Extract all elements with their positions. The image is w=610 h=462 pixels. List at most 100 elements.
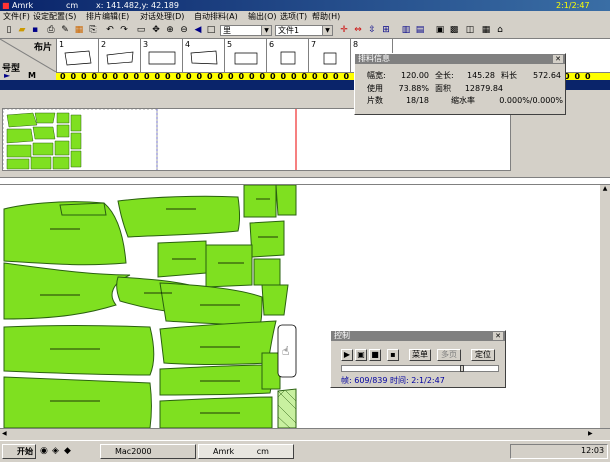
zoom-in-icon[interactable]: ⊕ — [164, 25, 176, 36]
square-icon[interactable]: □ — [205, 25, 217, 36]
stop-button[interactable]: ■ — [369, 349, 381, 361]
frame-icon[interactable]: ▭ — [135, 25, 147, 36]
chevron-down-icon: ▼ — [261, 26, 271, 35]
area-value: 12879.84 — [464, 84, 503, 93]
menu-dialog[interactable]: 对话处理(D) — [140, 11, 184, 23]
task-mac2000[interactable]: Mac2000 — [100, 444, 196, 459]
workspace-canvas: ☝ — [3, 185, 297, 428]
vertical-scrollbar[interactable]: ▲ — [600, 185, 610, 428]
garment-piece — [3, 201, 127, 266]
garment-piece — [249, 220, 285, 258]
arrow-left-icon[interactable]: ◀ — [192, 25, 204, 36]
control-dialog[interactable]: 控制 ✕ ▶ ▣ ■ ▪ 菜单 多页 定位 帧: 609/839 时间: 2:1… — [330, 330, 506, 388]
menu-button[interactable]: 菜单 — [409, 349, 431, 361]
garment-piece — [261, 284, 289, 316]
select-icon[interactable]: ✥ — [150, 25, 162, 36]
task-amrk[interactable]: Amrk cm — [198, 444, 294, 459]
multi-page-button[interactable]: 多页 — [437, 349, 461, 361]
quicklaunch-icon[interactable]: ◉ — [40, 446, 48, 456]
menu-options[interactable]: 选项(T) — [280, 11, 307, 23]
grid-icon[interactable]: ⊞ — [380, 25, 392, 36]
file-combo[interactable]: 文件1 ▼ — [275, 25, 333, 36]
scroll-left-icon[interactable]: ◀ — [2, 430, 7, 437]
piece-thumbnail — [234, 52, 258, 65]
pause-button[interactable]: ▣ — [355, 349, 367, 361]
play-button[interactable]: ▶ — [341, 349, 353, 361]
layer-combo[interactable]: 里 ▼ — [220, 25, 272, 36]
menu-edit[interactable]: 排片编辑(E) — [86, 11, 129, 23]
unit-label: cm — [66, 1, 79, 10]
folder-icon[interactable]: ▦ — [73, 25, 85, 36]
step-button[interactable]: ▪ — [387, 349, 399, 361]
window-title: Amrk — [12, 1, 34, 10]
marker-icon[interactable]: ▩ — [448, 25, 460, 36]
copy-icon[interactable]: ⎘ — [87, 25, 99, 36]
house-icon[interactable]: ⌂ — [494, 25, 506, 36]
close-icon[interactable]: ✕ — [553, 55, 563, 63]
marker-overview[interactable] — [2, 108, 511, 171]
piece-cell[interactable]: 3 — [141, 39, 183, 72]
undo-icon[interactable]: ↶ — [104, 25, 116, 36]
menu-auto[interactable]: 自动排料(A) — [194, 11, 238, 23]
piece-thumbnail — [190, 50, 218, 65]
marker-workspace[interactable]: ☝ — [0, 185, 600, 428]
piece-cell[interactable]: 1 — [57, 39, 99, 72]
open-icon[interactable]: ▰ — [16, 25, 28, 36]
move-icon[interactable]: ✛ — [338, 25, 350, 36]
close-icon[interactable]: ✕ — [493, 332, 503, 340]
redo-icon[interactable]: ↷ — [118, 25, 130, 36]
print-icon[interactable]: ⎙ — [45, 25, 57, 36]
hand-cursor-icon: ☝ — [282, 344, 289, 358]
pieces-icon[interactable]: ▦ — [480, 25, 492, 36]
gauge-icon[interactable]: ◫ — [464, 25, 476, 36]
menu-file[interactable]: 文件(F) — [3, 11, 30, 23]
dialog-caption: 控制 — [331, 331, 505, 341]
scroll-right-icon[interactable]: ▶ — [588, 430, 593, 437]
rotate-icon[interactable]: ⇔ — [352, 25, 364, 36]
size-row-label: ► M — [0, 71, 56, 80]
menu-settings[interactable]: 设定配置(S) — [33, 11, 76, 23]
chevron-down-icon: ▼ — [322, 26, 332, 35]
garment-piece — [159, 282, 263, 326]
piece-thumbnail — [64, 50, 92, 66]
garment-piece — [261, 352, 281, 390]
piece-cell[interactable]: 7 — [309, 39, 351, 72]
width-value: 120.00 — [401, 71, 429, 80]
garment-piece — [205, 244, 253, 288]
garment-piece — [253, 258, 281, 286]
flip-icon[interactable]: ⇳ — [366, 25, 378, 36]
piece-thumbnail — [148, 51, 176, 65]
progress-slider[interactable] — [341, 365, 499, 372]
toolbar: ▯ ▰ ▪ ⎙ ✎ ▦ ⎘ ↶ ↷ ▭ ✥ ⊕ ⊖ ◀ □ 里 ▼ 文件1 ▼ ✛ … — [0, 23, 610, 39]
piece-cell[interactable]: 5 — [225, 39, 267, 72]
locate-button[interactable]: 定位 — [471, 349, 495, 361]
menu-output[interactable]: 输出(O) — [248, 11, 277, 23]
table-icon[interactable]: ▥ — [400, 25, 412, 36]
tool-icon[interactable]: ✎ — [59, 25, 71, 36]
marker-info-dialog[interactable]: 排料信息 ✕ 幅宽: 120.00 全长: 145.28 料长 572.64 使… — [354, 53, 566, 115]
taskbar: 开始 ◉ ◈ ◆ Mac2000 Amrk cm 12:03 — [0, 440, 610, 462]
frame-status: 帧: 609/839 时间: 2:1/2:47 — [341, 376, 445, 385]
piece-cell[interactable]: 2 — [99, 39, 141, 72]
slider-thumb[interactable] — [460, 365, 464, 372]
garment-piece — [243, 185, 277, 218]
piece-cell[interactable]: 4 — [183, 39, 225, 72]
shrink-value: 0.000%/0.000% — [499, 96, 563, 105]
length-value: 145.28 — [467, 71, 495, 80]
piece-thumbnail — [280, 51, 296, 65]
new-icon[interactable]: ▯ — [3, 25, 15, 36]
garment-piece — [3, 262, 131, 320]
menu-help[interactable]: 帮助(H) — [312, 11, 340, 23]
list-icon[interactable]: ▤ — [414, 25, 426, 36]
start-button[interactable]: 开始 — [2, 444, 36, 459]
app-icon: ■ — [2, 1, 10, 10]
save-icon[interactable]: ▪ — [29, 25, 41, 36]
layout-icon[interactable]: ▣ — [434, 25, 446, 36]
piece-thumbnail — [106, 51, 134, 65]
piece-cell[interactable]: 6 — [267, 39, 309, 72]
zoom-out-icon[interactable]: ⊖ — [178, 25, 190, 36]
scroll-up-icon[interactable]: ▲ — [601, 185, 609, 193]
quicklaunch-icon[interactable]: ◈ — [52, 446, 59, 456]
quicklaunch-icon[interactable]: ◆ — [64, 446, 71, 456]
horizontal-scrollbar[interactable]: ◀ ▶ — [0, 428, 610, 440]
